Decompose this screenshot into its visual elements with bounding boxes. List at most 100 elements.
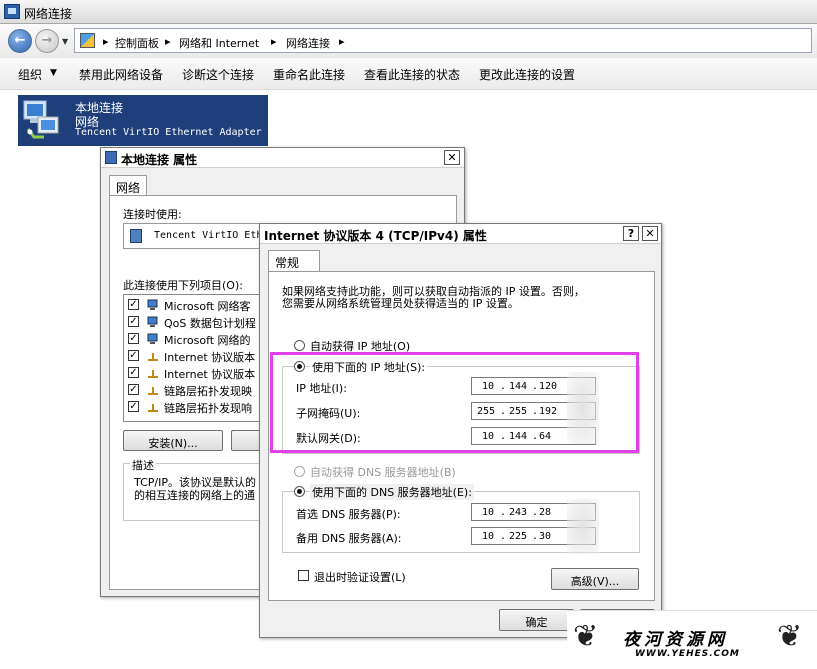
item-checkbox[interactable]: ✓	[128, 384, 139, 395]
watermark: ❦ 夜河资源网 WWW.YEHES.COM ❦	[567, 610, 817, 669]
item-checkbox[interactable]: ✓	[128, 367, 139, 378]
dialog-titlebar: Internet 协议版本 4 (TCP/IPv4) 属性 ? ✕	[260, 224, 661, 244]
manual-dns-label[interactable]: 使用下面的 DNS 服务器地址(E):	[310, 484, 474, 500]
annotation-highlight-box	[270, 352, 639, 453]
item-label: 链路层拓扑发现映	[164, 385, 252, 398]
items-label: 此连接使用下列项目(O):	[123, 279, 243, 292]
auto-dns-label[interactable]: 自动获得 DNS 服务器地址(B)	[310, 464, 456, 480]
tab-network-label: 网络	[116, 181, 141, 195]
auto-ip-radio[interactable]	[294, 340, 305, 351]
connection-adapter: Tencent VirtIO Ethernet Adapter	[75, 127, 262, 138]
tab-network[interactable]: 网络	[109, 175, 148, 197]
client-icon	[147, 299, 158, 310]
watermark-sub: WWW.YEHES.COM	[635, 649, 740, 659]
pdns-octet-1: 10	[482, 507, 495, 518]
back-button[interactable]: ←	[8, 29, 32, 53]
adns-octet-2: 225	[509, 531, 528, 542]
adns-octet-3: 30	[539, 531, 552, 542]
protocol-icon	[148, 404, 158, 412]
item-checkbox[interactable]: ✓	[128, 316, 139, 327]
advanced-button-label: 高级(V)...	[570, 575, 620, 588]
item-label: Microsoft 网络客	[164, 300, 251, 313]
window-title: 网络连接	[24, 7, 73, 21]
arrow-right-icon: →	[41, 33, 53, 48]
adapter-name: Tencent VirtIO Eth	[154, 230, 263, 241]
help-icon: ?	[627, 227, 635, 240]
close-button[interactable]: ✕	[444, 150, 460, 165]
dialog-titlebar: 本地连接 属性 ✕	[101, 148, 464, 168]
item-checkbox[interactable]: ✓	[128, 299, 139, 310]
dialog-title: Internet 协议版本 4 (TCP/IPv4) 属性	[264, 229, 487, 243]
pdns-octet-3: 28	[539, 507, 552, 518]
protocol-icon	[148, 387, 158, 395]
local-connection-tile[interactable]: 本地连接 网络 Tencent VirtIO Ethernet Adapter	[18, 95, 268, 146]
install-button[interactable]: 安装(N)...	[123, 430, 223, 451]
view-status-button[interactable]: 查看此连接的状态	[364, 66, 460, 83]
item-checkbox[interactable]: ✓	[128, 333, 139, 344]
item-checkbox[interactable]: ✓	[128, 401, 139, 412]
share-icon	[147, 333, 158, 344]
tab-general[interactable]: 常规	[268, 250, 320, 273]
network-adapter-icon	[23, 100, 59, 139]
item-label: Internet 协议版本	[164, 368, 256, 381]
breadcrumb-network-connections[interactable]: 网络连接	[286, 35, 330, 51]
item-label: 链路层拓扑发现响	[164, 402, 252, 415]
install-button-label: 安装(N)...	[148, 437, 198, 450]
breadcrumb-separator-icon[interactable]: ▸	[165, 35, 171, 48]
close-icon: ✕	[645, 227, 655, 240]
description-legend: 描述	[130, 457, 156, 473]
manual-dns-radio[interactable]	[294, 486, 305, 497]
network-folder-icon	[4, 4, 20, 19]
item-label: Microsoft 网络的	[164, 334, 251, 347]
address-box[interactable]: ▸ 控制面板 ▸ 网络和 Internet ▸ 网络连接 ▸	[74, 28, 812, 53]
adns-octet-1: 10	[482, 531, 495, 542]
ornament-left-icon: ❦	[573, 619, 599, 654]
ok-button[interactable]: 确定	[499, 609, 574, 631]
window-titlebar: 网络连接	[0, 0, 817, 24]
breadcrumb-network-internet[interactable]: 网络和 Internet	[179, 35, 259, 51]
command-bar: 组织 ▼ 禁用此网络设备 诊断这个连接 重命名此连接 查看此连接的状态 更改此连…	[0, 58, 817, 90]
protocol-icon	[148, 370, 158, 378]
pdns-octet-2: 243	[509, 507, 528, 518]
breadcrumb-control-panel[interactable]: 控制面板	[115, 35, 159, 51]
protocol-icon	[148, 353, 158, 361]
dialog-title: 本地连接 属性	[121, 153, 198, 167]
alternate-dns-label: 备用 DNS 服务器(A):	[296, 532, 402, 545]
control-panel-icon	[80, 33, 95, 48]
forward-button[interactable]: →	[35, 29, 59, 53]
connect-using-label: 连接时使用:	[123, 208, 182, 221]
diagnose-button[interactable]: 诊断这个连接	[182, 66, 254, 83]
disable-device-button[interactable]: 禁用此网络设备	[79, 66, 163, 83]
item-label: QoS 数据包计划程	[164, 317, 256, 330]
adapter-icon	[130, 229, 142, 243]
qos-icon	[147, 316, 158, 327]
ok-button-label: 确定	[525, 616, 548, 629]
organize-button[interactable]: 组织	[18, 66, 42, 83]
breadcrumb-separator-icon[interactable]: ▸	[271, 35, 277, 48]
tab-general-label: 常规	[275, 256, 300, 270]
network-icon	[105, 151, 117, 164]
redaction-blur	[567, 499, 599, 554]
close-icon: ✕	[447, 151, 457, 164]
help-button[interactable]: ?	[623, 226, 639, 241]
rename-button[interactable]: 重命名此连接	[273, 66, 345, 83]
auto-dns-radio[interactable]	[294, 466, 305, 477]
validate-checkbox[interactable]	[298, 570, 309, 581]
arrow-left-icon: ←	[14, 33, 26, 48]
address-bar: ← → ▼ ▸ 控制面板 ▸ 网络和 Internet ▸ 网络连接 ▸	[0, 24, 817, 58]
item-checkbox[interactable]: ✓	[128, 350, 139, 361]
description-text-2: 的相互连接的网络上的通	[134, 489, 255, 502]
advanced-button[interactable]: 高级(V)...	[551, 568, 639, 590]
breadcrumb-separator-icon[interactable]: ▸	[103, 35, 109, 48]
ornament-right-icon: ❦	[777, 619, 803, 654]
breadcrumb-separator-icon[interactable]: ▸	[339, 35, 345, 48]
organize-dropdown-icon[interactable]: ▼	[50, 68, 57, 78]
watermark-main: 夜河资源网	[623, 630, 728, 650]
close-button[interactable]: ✕	[642, 226, 658, 241]
validate-label[interactable]: 退出时验证设置(L)	[314, 569, 406, 585]
history-dropdown-icon[interactable]: ▼	[62, 37, 68, 46]
change-settings-button[interactable]: 更改此连接的设置	[479, 66, 575, 83]
preferred-dns-label: 首选 DNS 服务器(P):	[296, 508, 401, 521]
item-label: Internet 协议版本	[164, 351, 256, 364]
intro-text-2: 您需要从网络系统管理员处获得适当的 IP 设置。	[282, 297, 519, 310]
